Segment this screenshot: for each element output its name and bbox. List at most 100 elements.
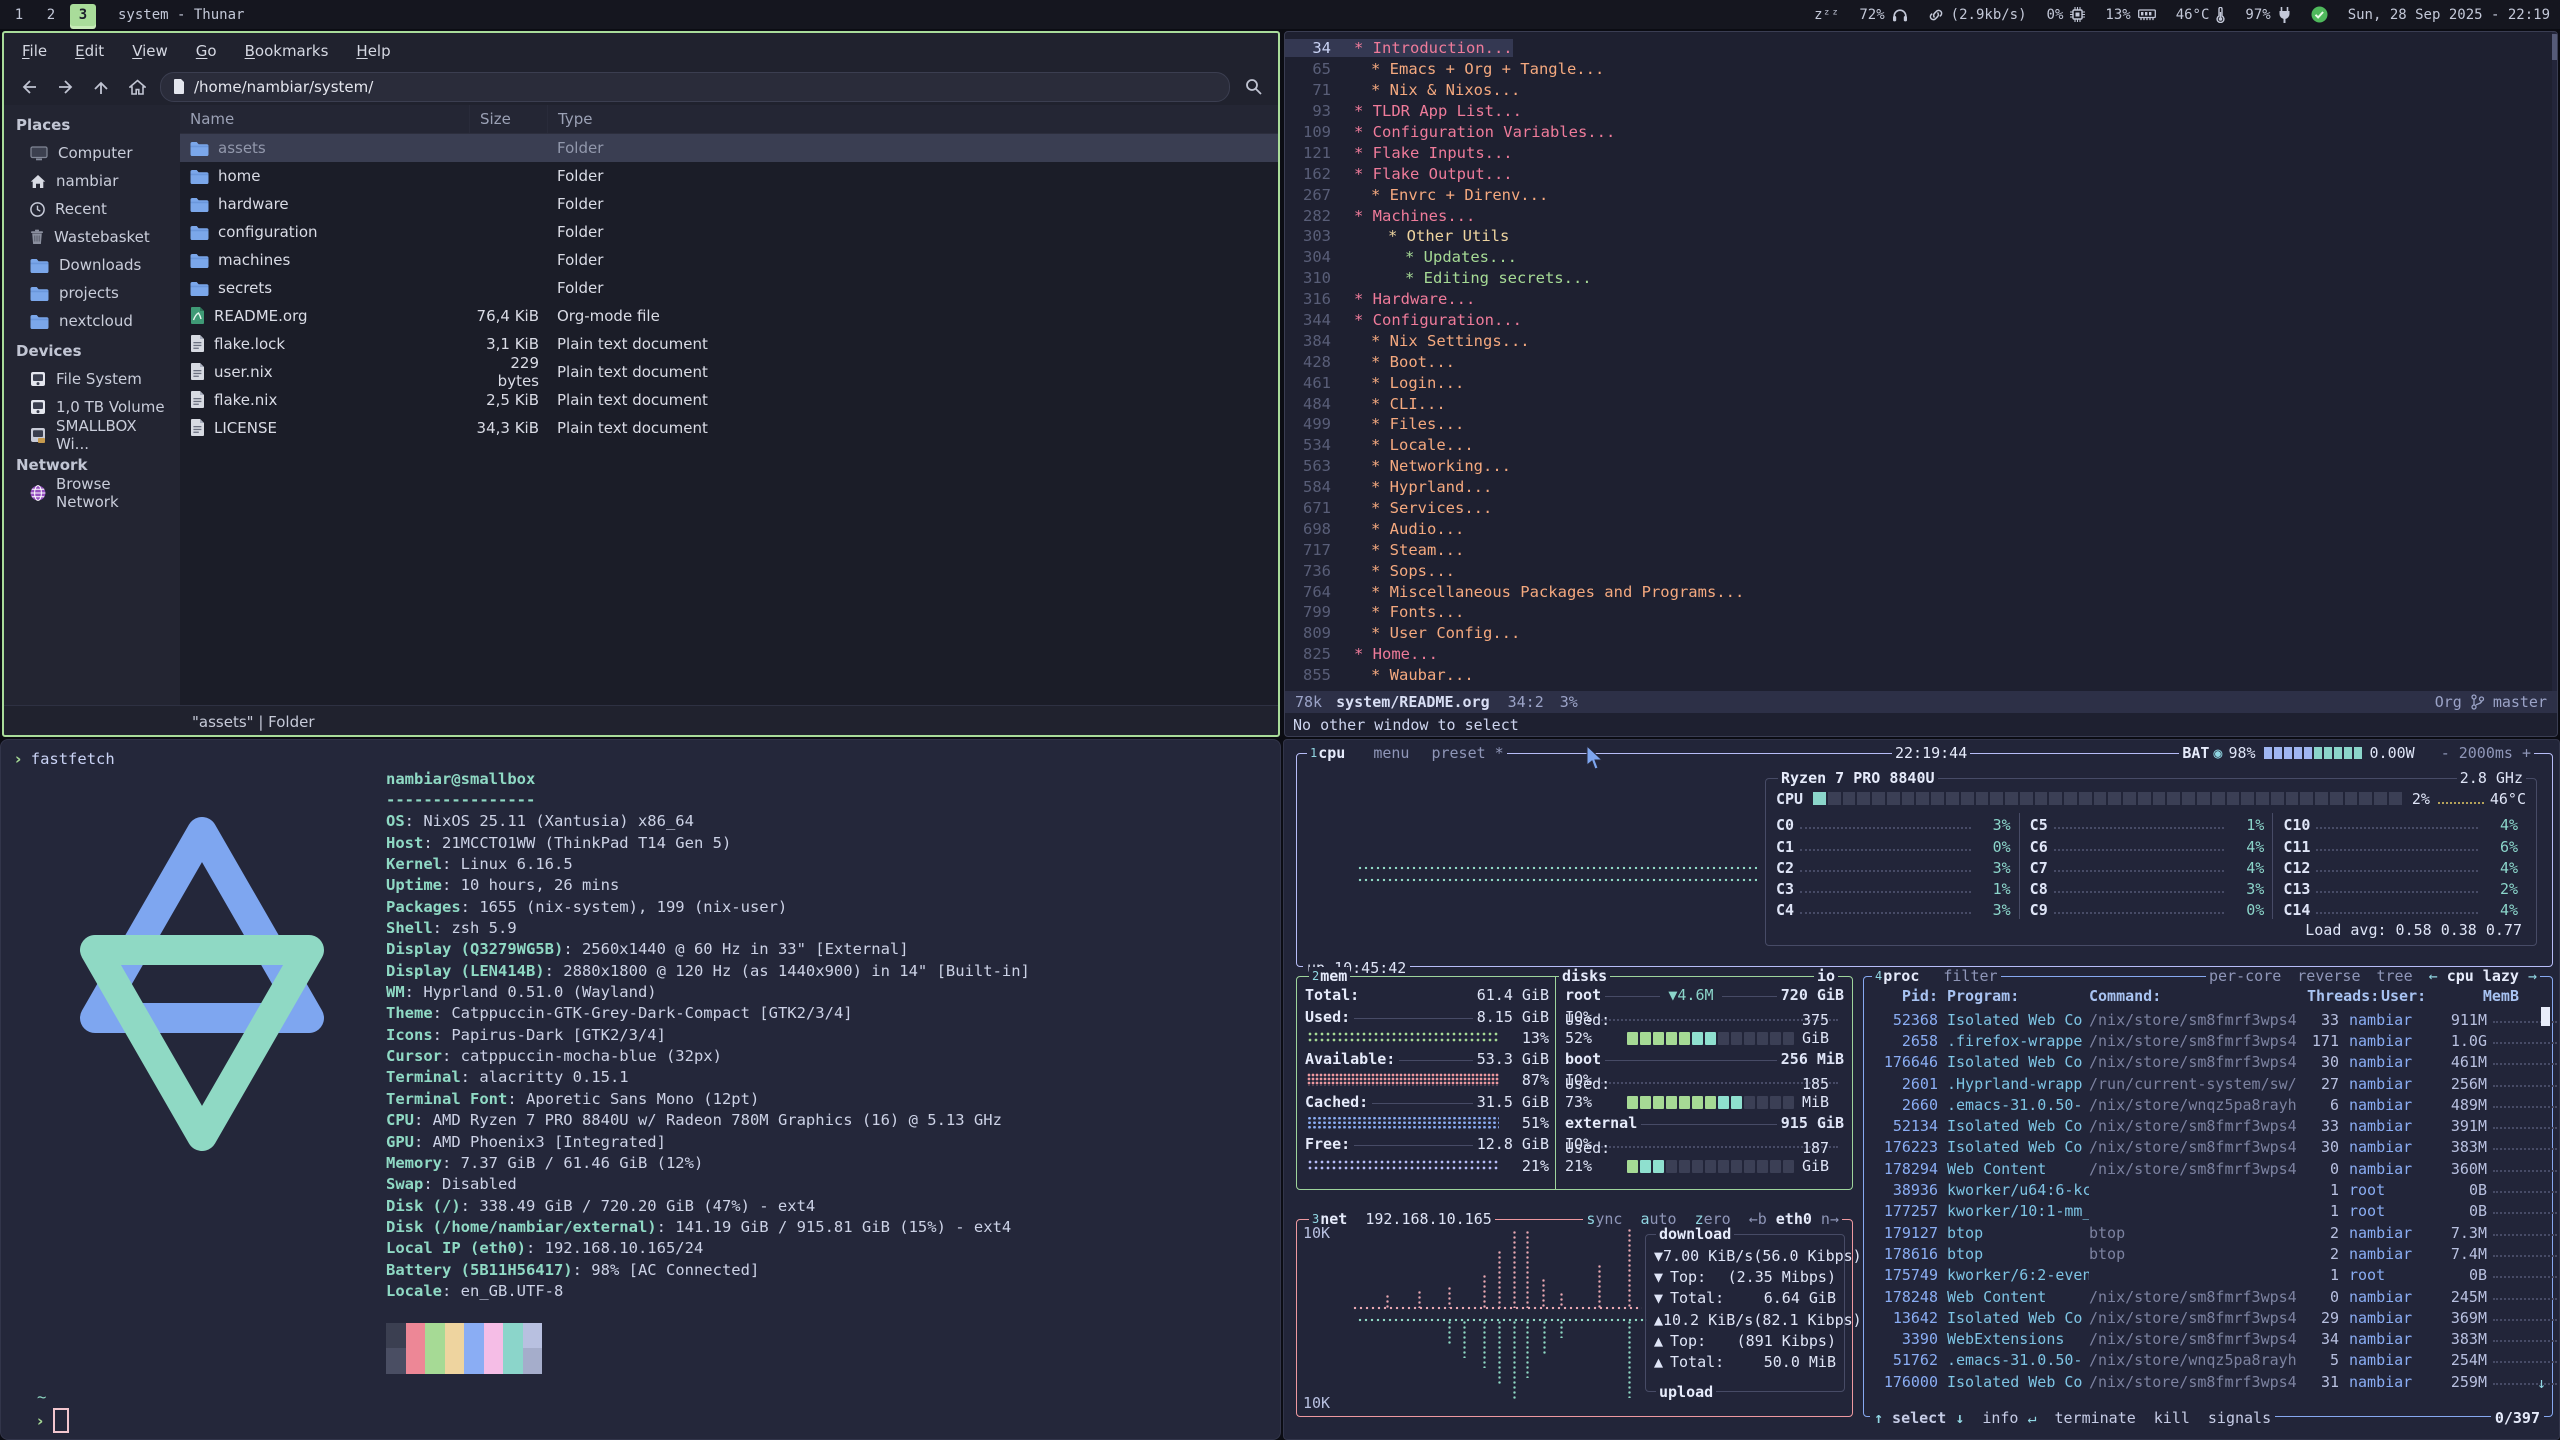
file-row-secrets[interactable]: secretsFolder <box>180 274 1278 302</box>
proc-sort-nav[interactable]: ← cpu lazy → <box>2429 967 2537 985</box>
column-header-size[interactable]: Size <box>469 105 547 133</box>
network-speed[interactable]: (2.9kb/s) <box>1928 7 2027 23</box>
sidebar-item-wastebasket[interactable]: Wastebasket <box>4 223 180 251</box>
sidebar-item-browse-network[interactable]: Browse Network <box>4 479 180 507</box>
process-row-176223[interactable]: 176223Isolated Web Co/nix/store/sm8fmrf3… <box>1868 1137 2548 1158</box>
color-swatch <box>386 1323 406 1349</box>
process-row-175749[interactable]: 175749kworker/6:2-even1root0B0.0 <box>1868 1265 2548 1286</box>
sidebar-item-nextcloud[interactable]: nextcloud <box>4 307 180 335</box>
process-row-176646[interactable]: 176646Isolated Web Co/nix/store/sm8fmrf3… <box>1868 1052 2548 1073</box>
proc-scrollbar-thumb[interactable] <box>2541 1007 2550 1026</box>
cpu-usage-label: 0% <box>2047 7 2064 23</box>
process-row-178616[interactable]: 178616btopbtop2nambiar7.4M0.0 <box>1868 1243 2548 1264</box>
process-row-3390[interactable]: 3390WebExtensions/nix/store/sm8fmrf3wps4… <box>1868 1328 2548 1349</box>
org-heading-line: 428* Boot... <box>1285 351 2557 372</box>
workspace-3[interactable]: 3 <box>70 4 96 26</box>
menu-bookmarks[interactable]: Bookmarks <box>245 42 329 60</box>
net-sync-button[interactable]: sync <box>1586 1210 1622 1228</box>
file-row-machines[interactable]: machinesFolder <box>180 246 1278 274</box>
sidebar-item-downloads[interactable]: Downloads <box>4 251 180 279</box>
sidebar-item-computer[interactable]: Computer <box>4 139 180 167</box>
sidebar-item-file-system[interactable]: File System <box>4 365 180 393</box>
org-heading-text: * Boot... <box>1344 353 1455 371</box>
menu-view[interactable]: View <box>132 42 168 60</box>
file-row-home[interactable]: homeFolder <box>180 162 1278 190</box>
process-row-2658[interactable]: 2658.firefox-wrappe/nix/store/sm8fmrf3wp… <box>1868 1030 2548 1051</box>
preset-button[interactable]: preset * <box>1431 744 1503 762</box>
process-row-38936[interactable]: 38936kworker/u64:6-kc1root0B0.0 <box>1868 1179 2548 1200</box>
menu-file[interactable]: File <box>22 42 47 60</box>
proc-option-tree[interactable]: tree <box>2377 967 2413 985</box>
process-row-176000[interactable]: 176000Isolated Web Co/nix/store/sm8fmrf3… <box>1868 1371 2548 1392</box>
mem-value: 61.4 GiB <box>1477 986 1549 1004</box>
legend-signals[interactable]: signals <box>2208 1409 2271 1427</box>
update-interval[interactable]: - 2000ms + <box>2441 744 2531 762</box>
menu-edit[interactable]: Edit <box>75 42 104 60</box>
fastfetch-entry: OS: NixOS 25.11 (Xantusia) x86_64 <box>386 811 1030 832</box>
process-row-52134[interactable]: 52134Isolated Web Co/nix/store/sm8fmrf3w… <box>1868 1115 2548 1136</box>
sidebar-item-recent[interactable]: Recent <box>4 195 180 223</box>
fastfetch-entry: Local IP (eth0): 192.168.10.165/24 <box>386 1238 1030 1259</box>
menu-go[interactable]: Go <box>196 42 217 60</box>
proc-option-reverse[interactable]: reverse <box>2297 967 2360 985</box>
file-type-icon <box>190 419 205 437</box>
terminal-cursor[interactable] <box>53 1408 69 1433</box>
process-row-52368[interactable]: 52368Isolated Web Co/nix/store/sm8fmrf3w… <box>1868 1009 2548 1030</box>
file-row-flake-nix[interactable]: flake.nix2,5 KiBPlain text document <box>180 386 1278 414</box>
sidebar-item-nambiar[interactable]: nambiar <box>4 167 180 195</box>
core-label: C6 <box>2030 838 2048 856</box>
process-row-179127[interactable]: 179127btopbtop2nambiar7.3M0.0 <box>1868 1222 2548 1243</box>
process-row-178248[interactable]: 178248Web Content/nix/store/sm8fmrf3wps4… <box>1868 1286 2548 1307</box>
file-row-assets[interactable]: assetsFolder <box>180 134 1278 162</box>
temperature[interactable]: 46°C <box>2176 7 2226 23</box>
file-row-user-nix[interactable]: user.nix229 bytesPlain text document <box>180 358 1278 386</box>
net-graph-col-up <box>1462 1320 1467 1358</box>
process-row-2601[interactable]: 2601.Hyprland-wrapp/run/current-system/s… <box>1868 1073 2548 1094</box>
home-button[interactable] <box>124 74 150 100</box>
workspace-1[interactable]: 1 <box>6 4 32 26</box>
emacs-scrollbar[interactable] <box>2552 32 2557 712</box>
cpu-core-panel: Ryzen 7 PRO 8840U 2.8 GHz CPU 2% 46°C C0… <box>1765 778 2537 946</box>
idle-indicator[interactable]: zᶻᶻ <box>1814 7 1839 23</box>
battery[interactable]: 97% <box>2245 7 2290 23</box>
sidebar-item-projects[interactable]: projects <box>4 279 180 307</box>
process-row-51762[interactable]: 51762.emacs-31.0.50-/nix/store/wnqz5pa8r… <box>1868 1350 2548 1371</box>
file-row-readme-org[interactable]: README.org76,4 KiBOrg-mode file <box>180 302 1278 330</box>
path-text: /home/nambiar/system/ <box>194 78 373 96</box>
file-row-hardware[interactable]: hardwareFolder <box>180 190 1278 218</box>
memory-usage[interactable]: 13% <box>2105 7 2155 23</box>
cpu-usage[interactable]: 0% <box>2047 7 2086 23</box>
process-row-177257[interactable]: 177257kworker/10:1-mm_1root0B0.0 <box>1868 1201 2548 1222</box>
legend-kill[interactable]: kill <box>2154 1409 2190 1427</box>
back-button[interactable] <box>16 74 42 100</box>
file-row-license[interactable]: LICENSE34,3 KiBPlain text document <box>180 414 1278 442</box>
menu-help[interactable]: Help <box>356 42 390 60</box>
legend-terminate[interactable]: terminate <box>2055 1409 2136 1427</box>
process-row-178294[interactable]: 178294Web Content/nix/store/sm8fmrf3wps4… <box>1868 1158 2548 1179</box>
process-row-2660[interactable]: 2660.emacs-31.0.50-/nix/store/wnqz5pa8ra… <box>1868 1094 2548 1115</box>
proc-option-per-core[interactable]: per-core <box>2209 967 2281 985</box>
workspace-2[interactable]: 2 <box>38 4 64 26</box>
core-row-c9: C90% <box>2030 898 2265 919</box>
file-row-configuration[interactable]: configurationFolder <box>180 218 1278 246</box>
volume[interactable]: 72% <box>1859 7 1907 23</box>
column-header-type[interactable]: Type <box>547 105 1278 133</box>
filter-button[interactable]: filter <box>1943 967 1997 985</box>
search-icon[interactable] <box>1240 74 1266 100</box>
status-ok[interactable] <box>2311 6 2328 23</box>
path-bar[interactable]: /home/nambiar/system/ <box>160 72 1230 102</box>
menu-button[interactable]: menu <box>1373 744 1409 762</box>
file-row-flake-lock[interactable]: flake.lock3,1 KiBPlain text document <box>180 330 1278 358</box>
legend-info[interactable]: info ↵ <box>1982 1409 2036 1427</box>
process-row-13642[interactable]: 13642Isolated Web Co/nix/store/sm8fmrf3w… <box>1868 1307 2548 1328</box>
cpu-meter-cell <box>2300 792 2313 805</box>
net-interface-switch[interactable]: ←b eth0 n→ <box>1749 1210 1839 1228</box>
forward-button[interactable] <box>52 74 78 100</box>
column-header-name[interactable]: Name <box>180 105 469 133</box>
core-percent: 4% <box>2484 816 2518 834</box>
sidebar-item-smallbox-wi-[interactable]: SMALLBOX Wi... <box>4 421 180 449</box>
cpu-temp: 46°C <box>2490 790 2526 808</box>
up-button[interactable] <box>88 74 114 100</box>
clock[interactable]: Sun, 28 Sep 2025 - 22:19 <box>2348 7 2550 23</box>
legend-select[interactable]: ↑ select ↓ <box>1874 1409 1964 1427</box>
